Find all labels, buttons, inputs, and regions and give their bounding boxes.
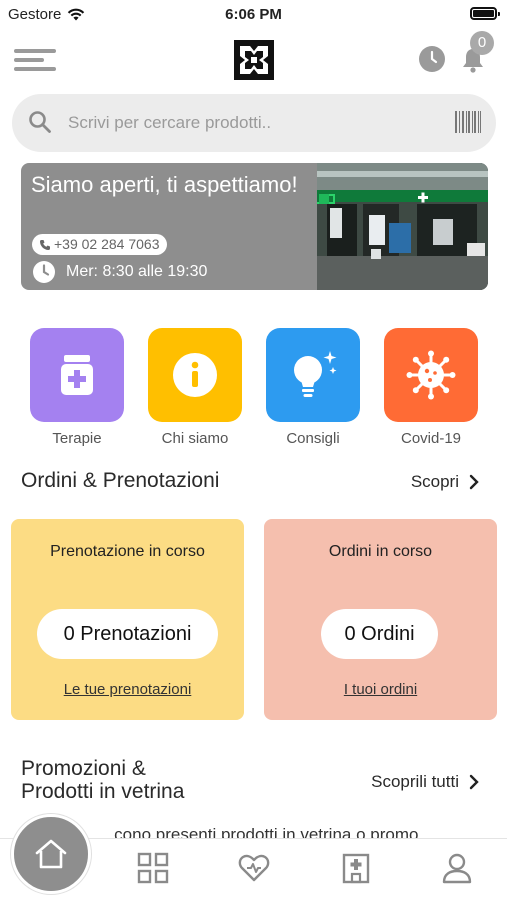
nav-catalog[interactable]	[137, 852, 169, 884]
category-chi-siamo[interactable]: Chi siamo	[148, 328, 242, 447]
phone-number: +39 02 284 7063	[54, 236, 160, 252]
barcode-scanner-icon[interactable]	[455, 111, 481, 133]
battery-icon	[470, 7, 500, 20]
opening-banner[interactable]: Siamo aperti, ti aspettiamo! +39 02 284 …	[21, 163, 488, 290]
orders-discover-link[interactable]: Scopri	[411, 472, 479, 492]
bookings-link[interactable]: Le tue prenotazioni	[11, 681, 244, 698]
opening-hours: Mer: 8:30 alle 19:30	[32, 260, 207, 284]
category-label: Consigli	[286, 430, 340, 447]
home-button[interactable]	[11, 814, 91, 894]
category-tile[interactable]	[148, 328, 242, 422]
menu-icon[interactable]	[14, 49, 58, 73]
history-clock-icon[interactable]	[419, 46, 445, 72]
orders-link[interactable]: I tuoi ordini	[264, 681, 497, 698]
chevron-right-icon	[469, 474, 479, 490]
pharmacy-icon	[342, 853, 370, 884]
phone-icon	[40, 239, 50, 250]
home-icon	[35, 839, 67, 869]
promo-discover-label: Scoprili tutti	[371, 772, 459, 791]
orders-count: 0 Ordini	[321, 609, 438, 659]
orders-card[interactable]: Ordini in corso 0 Ordini I tuoi ordini	[264, 519, 497, 720]
phone-chip[interactable]: +39 02 284 7063	[32, 234, 167, 255]
category-tile[interactable]	[266, 328, 360, 422]
category-covid-19[interactable]: Covid-19	[384, 328, 478, 447]
promo-section-title: Promozioni & Prodotti in vetrina	[21, 757, 184, 803]
promo-discover-link[interactable]: Scoprili tutti	[371, 772, 479, 792]
banner-title: Siamo aperti, ti aspettiamo!	[31, 172, 298, 197]
chevron-right-icon	[469, 774, 479, 790]
heart-icon	[238, 854, 270, 882]
nav-profile[interactable]	[441, 852, 473, 884]
info-icon	[173, 353, 217, 397]
user-icon	[442, 853, 472, 884]
category-label: Chi siamo	[161, 430, 229, 447]
bookings-count: 0 Prenotazioni	[37, 609, 218, 659]
orders-discover-label: Scopri	[410, 472, 459, 491]
category-label: Terapie	[52, 430, 102, 447]
status-time: 6:06 PM	[225, 6, 282, 23]
status-bar: Gestore 6:06 PM	[0, 0, 507, 28]
grid-icon	[137, 852, 169, 884]
orders-section-title: Ordini & Prenotazioni	[21, 469, 220, 492]
nav-pharmacy[interactable]	[340, 852, 372, 884]
category-tile[interactable]	[30, 328, 124, 422]
orders-card-title: Ordini in corso	[328, 543, 433, 560]
search-icon	[29, 111, 51, 133]
category-tile[interactable]	[384, 328, 478, 422]
clock-icon	[33, 261, 55, 283]
bookings-card-title: Prenotazione in corso	[50, 543, 205, 560]
category-consigli[interactable]: Consigli	[266, 328, 360, 447]
category-label: Covid-19	[400, 430, 462, 447]
nav-health[interactable]	[238, 852, 270, 884]
hours-text: Mer: 8:30 alle 19:30	[66, 263, 208, 280]
pharmacy-logo	[234, 40, 274, 80]
promo-title-line1: Promozioni &	[21, 757, 146, 780]
notification-badge: 0	[470, 31, 494, 55]
promo-title-line2: Prodotti in vetrina	[21, 780, 185, 803]
medicine-jar-icon	[61, 355, 93, 395]
search-bar	[12, 94, 496, 152]
bookings-card[interactable]: Prenotazione in corso 0 Prenotazioni Le …	[11, 519, 244, 720]
virus-icon	[406, 350, 456, 400]
search-input[interactable]	[68, 107, 438, 139]
pharmacy-storefront-image	[317, 163, 488, 290]
category-terapie[interactable]: Terapie	[30, 328, 124, 447]
lightbulb-icon	[294, 351, 337, 397]
